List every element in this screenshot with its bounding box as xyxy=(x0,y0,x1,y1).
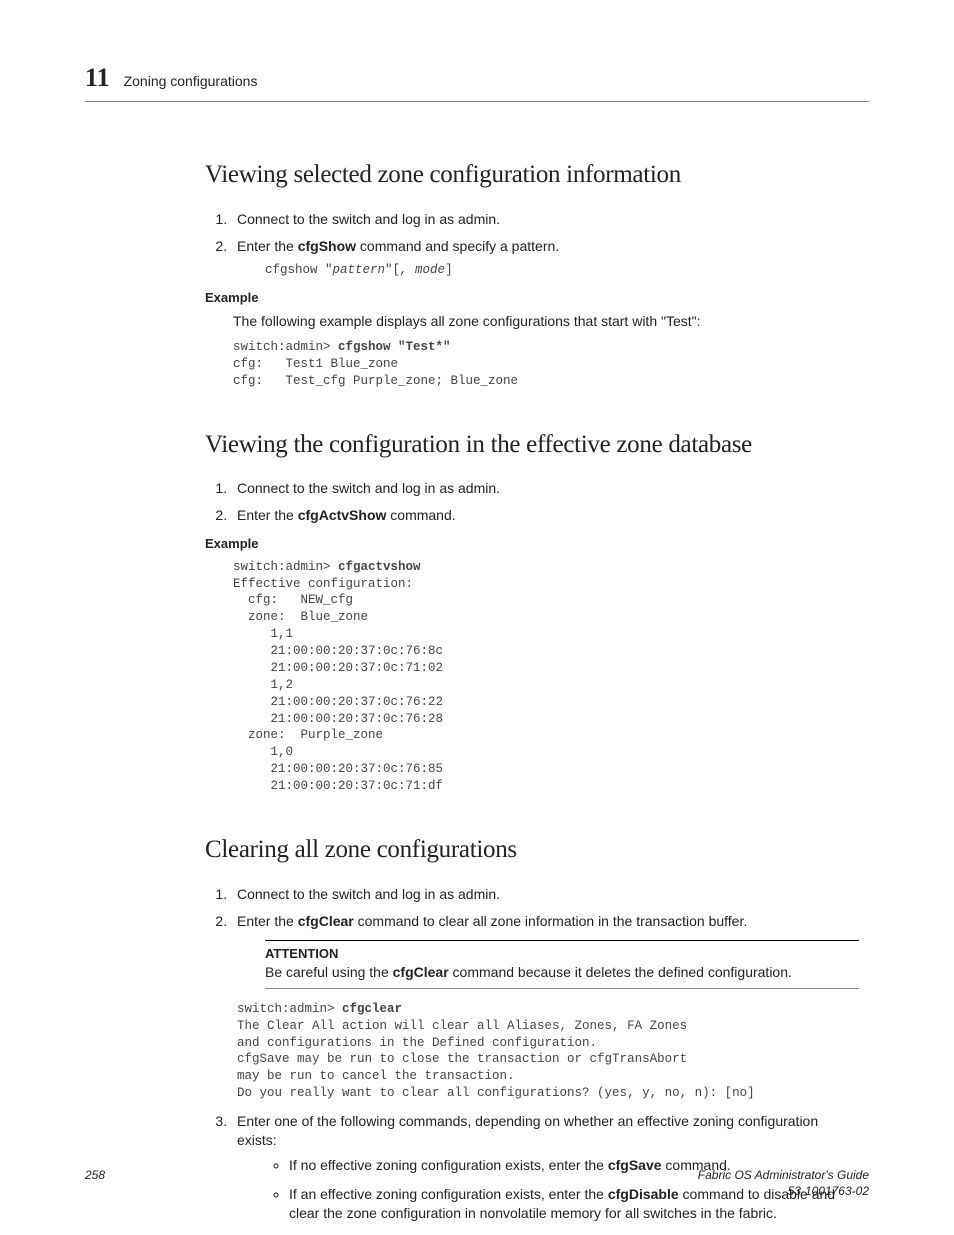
step-item: Enter the cfgActvShow command. xyxy=(231,506,859,525)
section-viewing-effective: Viewing the configuration in the effecti… xyxy=(205,428,859,795)
example-text: The following example displays all zone … xyxy=(233,312,859,331)
page-number: 258 xyxy=(85,1167,105,1199)
example-label: Example xyxy=(205,289,859,307)
example-label: Example xyxy=(205,535,859,553)
step-item: Connect to the switch and log in as admi… xyxy=(231,885,859,904)
step-item: Enter the cfgClear command to clear all … xyxy=(231,912,859,1103)
chapter-number: 11 xyxy=(85,60,110,95)
page-header: 11 Zoning configurations xyxy=(85,60,869,102)
attention-text: Be careful using the cfgClear command be… xyxy=(265,963,859,982)
doc-title: Fabric OS Administrator's Guide xyxy=(698,1167,869,1183)
code-block: switch:admin> cfgactvshow Effective conf… xyxy=(233,559,859,795)
attention-label: ATTENTION xyxy=(265,945,859,963)
command-name: cfgActvShow xyxy=(298,507,387,523)
code-block: switch:admin> cfgclear The Clear All act… xyxy=(237,1001,859,1102)
command-name: cfgClear xyxy=(393,964,449,980)
code-block: cfgshow "pattern"[, mode] xyxy=(265,262,859,279)
step-item: Connect to the switch and log in as admi… xyxy=(231,210,859,229)
step-item: Enter the cfgShow command and specify a … xyxy=(231,237,859,279)
section-heading: Viewing selected zone configuration info… xyxy=(205,158,859,192)
section-clearing: Clearing all zone configurations Connect… xyxy=(205,833,859,1223)
section-heading: Clearing all zone configurations xyxy=(205,833,859,867)
command-name: cfgShow xyxy=(298,238,356,254)
doc-id: 53-1001763-02 xyxy=(698,1183,869,1199)
attention-box: ATTENTION Be careful using the cfgClear … xyxy=(265,940,859,988)
code-block: switch:admin> cfgshow "Test*" cfg: Test1… xyxy=(233,339,859,390)
page-footer: 258 Fabric OS Administrator's Guide 53-1… xyxy=(85,1167,869,1199)
section-viewing-selected: Viewing selected zone configuration info… xyxy=(205,158,859,389)
section-heading: Viewing the configuration in the effecti… xyxy=(205,428,859,462)
step-item: Connect to the switch and log in as admi… xyxy=(231,479,859,498)
command-name: cfgClear xyxy=(298,913,354,929)
chapter-title: Zoning configurations xyxy=(124,72,258,91)
